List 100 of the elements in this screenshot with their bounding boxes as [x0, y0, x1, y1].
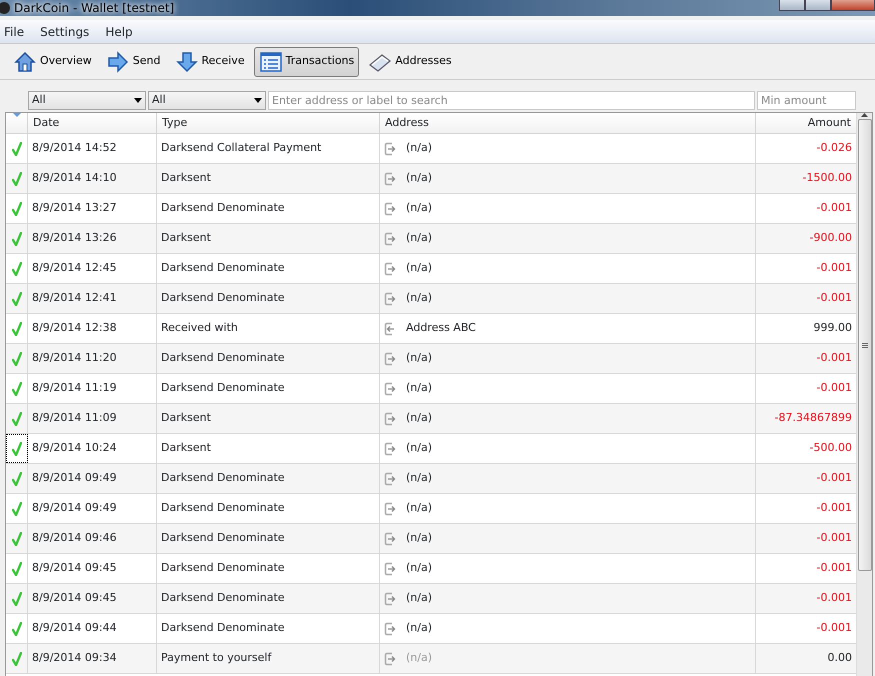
- checkmark-icon: [12, 232, 22, 246]
- amount-cell-text: -0.001: [816, 530, 853, 546]
- checkmark-icon: [12, 652, 22, 666]
- right-arrow-icon: [106, 50, 130, 74]
- checkmark-icon: [12, 502, 22, 516]
- grip-icon: [862, 342, 868, 348]
- table-cell: 8/9/2014 09:45: [28, 584, 157, 613]
- table-cell: Darksend Denominate: [157, 194, 380, 223]
- dropdown[interactable]: All: [28, 91, 146, 110]
- table-cell: Darksend Denominate: [157, 254, 380, 283]
- amount-cell-text: -1500.00: [802, 170, 853, 186]
- table-cell: 8/9/2014 09:44: [28, 614, 157, 643]
- table-cell: 8/9/2014 11:19: [28, 374, 157, 403]
- menu-item[interactable]: Help: [101, 22, 137, 40]
- table-cell: 8/9/2014 09:49: [28, 464, 157, 493]
- amount-cell-text: -0.001: [816, 380, 853, 396]
- address-text: (n/a): [406, 440, 432, 456]
- amount-cell-text: -87.34867899: [774, 410, 853, 426]
- address-text: (n/a): [406, 140, 432, 156]
- amount-cell-text: -0.001: [816, 260, 853, 276]
- minimize-button[interactable]: [779, 0, 805, 11]
- address-text: Address ABC: [406, 320, 476, 336]
- table-cell: 8/9/2014 09:46: [28, 524, 157, 553]
- toolbar-button[interactable]: Transactions: [254, 46, 360, 76]
- table-cell: Darksend Denominate: [157, 374, 380, 403]
- table-cell: Darksend Denominate: [157, 554, 380, 583]
- table-cell: Darksend Denominate: [157, 464, 380, 493]
- checkmark-icon: [12, 292, 22, 306]
- table-cell: 8/9/2014 14:52: [28, 134, 157, 163]
- maximize-button[interactable]: [805, 0, 831, 11]
- table-cell: 8/9/2014 13:27: [28, 194, 157, 223]
- checkmark-icon: [12, 202, 22, 216]
- amount-cell-text: -0.001: [816, 500, 853, 516]
- checkmark-icon: [12, 622, 22, 636]
- table-cell: 8/9/2014 09:49: [28, 494, 157, 523]
- caret-icon: [254, 98, 262, 103]
- dropdown[interactable]: All: [148, 91, 266, 110]
- address-text: (n/a): [406, 470, 432, 486]
- amount-cell-text: -0.001: [816, 590, 853, 606]
- table-cell: Darksent: [157, 224, 380, 253]
- table-cell: Darksend Denominate: [157, 614, 380, 643]
- menu-item[interactable]: Settings: [36, 22, 94, 40]
- checkmark-icon: [12, 262, 22, 276]
- window-title: DarkCoin - Wallet [testnet]: [14, 0, 174, 17]
- address-text: (n/a): [406, 590, 432, 606]
- down-arrow-icon: [174, 50, 199, 74]
- caret-icon: [134, 98, 142, 103]
- table-cell: 8/9/2014 11:20: [28, 344, 157, 373]
- table-cell: 8/9/2014 12:41: [28, 284, 157, 313]
- table-cell: Darksent: [157, 404, 380, 433]
- checkmark-icon: [12, 562, 22, 576]
- address-text: (n/a): [406, 170, 432, 186]
- checkmark-icon: [12, 382, 22, 396]
- column-header[interactable]: Address: [380, 113, 756, 133]
- menu-item[interactable]: File: [0, 22, 28, 40]
- list-icon: [258, 50, 283, 74]
- address-text: (n/a): [406, 350, 432, 366]
- table-cell: 8/9/2014 11:09: [28, 404, 157, 433]
- toolbar-button[interactable]: Addresses: [363, 46, 457, 76]
- close-button[interactable]: [831, 0, 875, 11]
- checkmark-icon: [12, 142, 22, 156]
- address-text: (n/a): [406, 500, 432, 516]
- table-cell: Received with: [157, 314, 380, 343]
- scroll-thumb[interactable]: [858, 119, 872, 571]
- address-text: (n/a): [406, 200, 432, 216]
- table-cell: Darksent: [157, 164, 380, 193]
- checkmark-icon: [12, 472, 22, 486]
- search-field[interactable]: Enter address or label to search: [268, 91, 755, 110]
- checkmark-icon: [12, 322, 22, 336]
- checkmark-icon: [12, 532, 22, 546]
- amount-cell-text: -0.026: [816, 140, 853, 156]
- address-text: (n/a): [406, 530, 432, 546]
- column-header[interactable]: Date: [28, 113, 157, 133]
- table-cell: Darksend Collateral Payment: [157, 134, 380, 163]
- amount-cell-text: 0.00: [826, 650, 853, 666]
- table-cell: Darksend Denominate: [157, 494, 380, 523]
- min-amount-field[interactable]: Min amount: [757, 91, 856, 110]
- address-text: (n/a): [406, 260, 432, 276]
- scrollbar[interactable]: [856, 113, 872, 676]
- address-text: (n/a): [406, 410, 432, 426]
- address-text: (n/a): [406, 230, 432, 246]
- table-cell: Darksend Denominate: [157, 584, 380, 613]
- address-text: (n/a): [406, 650, 432, 666]
- amount-cell-text: 999.00: [812, 320, 853, 336]
- column-header[interactable]: Amount: [756, 113, 856, 133]
- toolbar-button[interactable]: Overview: [8, 46, 97, 76]
- checkmark-icon: [12, 352, 22, 366]
- amount-cell-text: -0.001: [816, 470, 853, 486]
- column-header[interactable]: Type: [157, 113, 380, 133]
- table-cell: Darksend Denominate: [157, 524, 380, 553]
- sort-indicator-icon: [12, 113, 20, 117]
- table-cell: Darksent: [157, 434, 380, 463]
- amount-cell-text: -0.001: [816, 350, 853, 366]
- amount-cell-text: -0.001: [816, 290, 853, 306]
- table-cell: Payment to yourself: [157, 644, 380, 673]
- home-icon: [13, 50, 37, 74]
- toolbar-button[interactable]: Send: [100, 46, 166, 76]
- address-text: (n/a): [406, 560, 432, 576]
- amount-cell-text: -0.001: [816, 620, 853, 636]
- toolbar-button[interactable]: Receive: [170, 46, 250, 76]
